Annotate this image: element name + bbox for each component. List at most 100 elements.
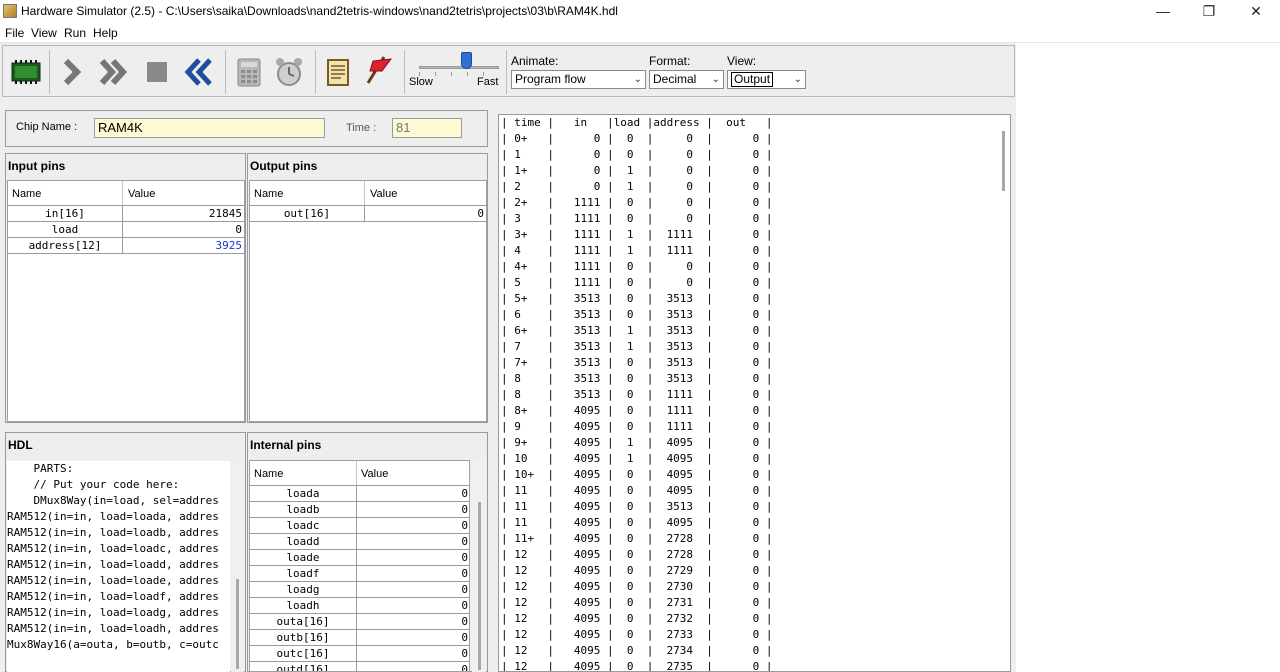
format-select-value: Decimal bbox=[653, 72, 697, 86]
output-table-row: | 12 | 4095 | 0 | 2732 | 0 | bbox=[501, 612, 773, 625]
internal-pin-value: 0 bbox=[357, 598, 469, 614]
output-table-row: | 7 | 3513 | 1 | 3513 | 0 | bbox=[501, 340, 773, 353]
internal-pin-name: outb[16] bbox=[250, 630, 357, 646]
input-pin-name: address[12] bbox=[8, 238, 123, 254]
output-table-header: | time | in |load |address | out | bbox=[501, 116, 773, 129]
chevron-down-icon: ⌄ bbox=[633, 74, 642, 85]
run-icon[interactable] bbox=[97, 55, 131, 89]
hdl-code-line: RAM512(in=in, load=loadf, addres bbox=[7, 590, 219, 603]
hdl-scrollbar[interactable] bbox=[231, 461, 244, 672]
hdl-code-line: RAM512(in=in, load=loade, addres bbox=[7, 574, 219, 587]
toolbar: Slow Fast Animate: Program flow ⌄ Format… bbox=[2, 45, 1015, 97]
output-table-row: | 11+ | 4095 | 0 | 2728 | 0 | bbox=[501, 532, 773, 545]
view-select-value: Output bbox=[731, 72, 774, 87]
view-select[interactable]: Output ⌄ bbox=[727, 70, 806, 89]
hdl-code-line: RAM512(in=in, load=loadh, addres bbox=[7, 622, 219, 635]
internal-pin-name: loada bbox=[250, 486, 357, 502]
output-pins-col-name: Name bbox=[254, 188, 284, 200]
output-pins-panel: Output pins Name Value out[16] 0 bbox=[247, 153, 488, 423]
output-table-row: | 10 | 4095 | 1 | 4095 | 0 | bbox=[501, 452, 773, 465]
stop-icon[interactable] bbox=[140, 55, 174, 89]
minimize-button[interactable]: — bbox=[1140, 0, 1186, 24]
internal-pin-value: 0 bbox=[357, 582, 469, 598]
clock-tick-icon[interactable] bbox=[272, 55, 306, 89]
hdl-code-line: Mux8Way16(a=outa, b=outb, c=outc bbox=[7, 638, 219, 651]
output-table-row: | 6+ | 3513 | 1 | 3513 | 0 | bbox=[501, 324, 773, 337]
output-pin-name: out[16] bbox=[250, 206, 365, 222]
fast-label: Fast bbox=[477, 76, 499, 88]
internal-pin-value: 0 bbox=[357, 550, 469, 566]
hdl-code-line: RAM512(in=in, load=loadd, addres bbox=[7, 558, 219, 571]
input-pin-name: in[16] bbox=[8, 206, 123, 222]
input-pin-value[interactable]: 0 bbox=[123, 222, 245, 238]
hdl-code-view[interactable]: PARTS: // Put your code here: DMux8Way(i… bbox=[7, 461, 230, 672]
maximize-button[interactable]: ❐ bbox=[1186, 0, 1232, 24]
input-pins-col-name: Name bbox=[12, 188, 42, 200]
output-table-row: | 0+ | 0 | 0 | 0 | 0 | bbox=[501, 132, 773, 145]
hdl-scrollbar-thumb[interactable] bbox=[236, 579, 239, 669]
output-table-row: | 7+ | 3513 | 0 | 3513 | 0 | bbox=[501, 356, 773, 369]
internal-pins-panel: Internal pins Name Value loada 0 loadb 0 loa… bbox=[247, 432, 488, 672]
script-icon[interactable] bbox=[321, 55, 355, 89]
internal-pin-name: loadg bbox=[250, 582, 357, 598]
internal-pin-value: 0 bbox=[357, 630, 469, 646]
eval-calculator-icon[interactable] bbox=[232, 55, 266, 89]
input-pin-name: load bbox=[8, 222, 123, 238]
output-table-row: | 10+ | 4095 | 0 | 4095 | 0 | bbox=[501, 468, 773, 481]
breakpoint-flag-icon[interactable] bbox=[360, 53, 394, 87]
slow-label: Slow bbox=[409, 76, 433, 88]
menu-help[interactable]: Help bbox=[93, 26, 118, 40]
output-table-row: | 4 | 1111 | 1 | 1111 | 0 | bbox=[501, 244, 773, 257]
output-table-row: | 1+ | 0 | 1 | 0 | 0 | bbox=[501, 164, 773, 177]
internal-pin-value: 0 bbox=[357, 486, 469, 502]
window-title: Hardware Simulator (2.5) - C:\Users\saik… bbox=[21, 4, 618, 18]
hdl-code-line: RAM512(in=in, load=loada, addres bbox=[7, 510, 219, 523]
hdl-title: HDL bbox=[8, 438, 33, 452]
view-label: View: bbox=[727, 54, 757, 68]
input-pin-value[interactable]: 21845 bbox=[123, 206, 245, 222]
single-step-icon[interactable] bbox=[55, 55, 89, 89]
output-table-row: | 2+ | 1111 | 0 | 0 | 0 | bbox=[501, 196, 773, 209]
close-button[interactable]: ✕ bbox=[1233, 0, 1279, 24]
chip-name-field: RAM4K bbox=[94, 118, 325, 138]
format-label: Format: bbox=[649, 54, 691, 68]
output-table-view[interactable]: | time | in |load |address | out | | 0+ … bbox=[498, 114, 1011, 672]
speed-slider-thumb[interactable] bbox=[461, 52, 472, 69]
internal-pin-name: loadc bbox=[250, 518, 357, 534]
speed-slider-track bbox=[419, 66, 499, 69]
output-scrollbar[interactable] bbox=[997, 115, 1010, 671]
menu-run[interactable]: Run bbox=[64, 26, 86, 40]
title-bar: Hardware Simulator (2.5) - C:\Users\saik… bbox=[0, 0, 1280, 24]
animate-label: Animate: bbox=[511, 54, 559, 68]
animate-select[interactable]: Program flow ⌄ bbox=[511, 70, 646, 89]
internal-pin-name: loadb bbox=[250, 502, 357, 518]
menu-view[interactable]: View bbox=[31, 26, 57, 40]
output-table-row: | 8 | 3513 | 0 | 3513 | 0 | bbox=[501, 372, 773, 385]
input-pins-col-value: Value bbox=[128, 188, 156, 200]
internal-pin-value: 0 bbox=[357, 502, 469, 518]
internal-pins-scrollbar-thumb[interactable] bbox=[478, 502, 481, 670]
internal-pin-name: outd[16] bbox=[250, 662, 357, 671]
reset-icon[interactable] bbox=[182, 55, 216, 89]
menu-file[interactable]: File bbox=[5, 26, 24, 40]
output-scrollbar-thumb[interactable] bbox=[1002, 131, 1005, 191]
chevron-down-icon: ⌄ bbox=[711, 74, 720, 85]
hdl-code-line: RAM512(in=in, load=loadb, addres bbox=[7, 526, 219, 539]
app-icon bbox=[3, 4, 17, 18]
output-table-row: | 9 | 4095 | 0 | 1111 | 0 | bbox=[501, 420, 773, 433]
output-table-row: | 8 | 3513 | 0 | 1111 | 0 | bbox=[501, 388, 773, 401]
chevron-down-icon: ⌄ bbox=[793, 74, 802, 85]
input-pins-title: Input pins bbox=[8, 159, 66, 173]
hdl-code-line: PARTS: bbox=[7, 462, 74, 475]
format-select[interactable]: Decimal ⌄ bbox=[649, 70, 724, 89]
output-table-row: | 3+ | 1111 | 1 | 1111 | 0 | bbox=[501, 228, 773, 241]
output-table-row: | 5+ | 3513 | 0 | 3513 | 0 | bbox=[501, 292, 773, 305]
animate-select-value: Program flow bbox=[515, 72, 586, 86]
internal-pins-scrollbar[interactable] bbox=[472, 460, 486, 672]
load-chip-icon[interactable] bbox=[9, 55, 43, 89]
output-table-row: | 12 | 4095 | 0 | 2735 | 0 | bbox=[501, 660, 773, 672]
internal-pin-value: 0 bbox=[357, 614, 469, 630]
chip-name-label: Chip Name : bbox=[16, 121, 78, 133]
input-pin-value[interactable]: 3925 bbox=[123, 238, 245, 254]
internal-pin-name: loadf bbox=[250, 566, 357, 582]
